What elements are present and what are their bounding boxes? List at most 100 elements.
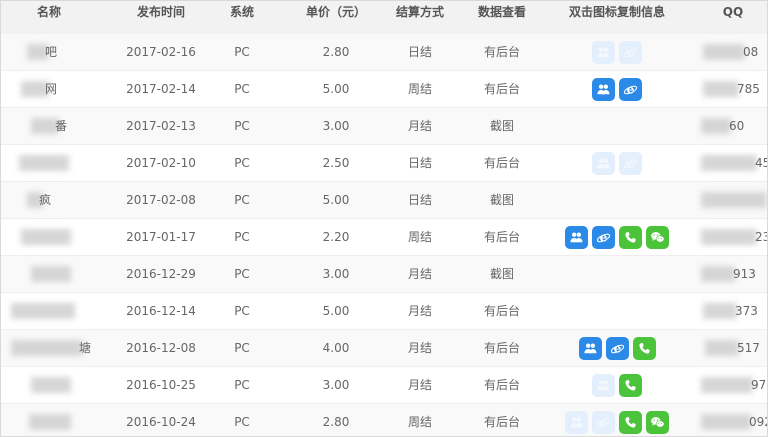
cell-price: 2.80: [322, 415, 350, 429]
qq-icon[interactable]: [592, 151, 615, 175]
name-redaction: [21, 229, 71, 245]
cell-qq: 23: [755, 230, 767, 244]
cell-name: 番: [55, 119, 68, 133]
name-redaction: [31, 266, 71, 282]
cell-qq: 08: [743, 45, 759, 59]
qq-icon[interactable]: [565, 225, 588, 249]
cell-system: PC: [234, 45, 250, 59]
col-copy-header: 双击图标复制信息: [568, 5, 665, 19]
ie-icon[interactable]: e: [619, 151, 642, 175]
qq-icon[interactable]: [565, 410, 588, 434]
table-row: 2016-10-25 PC 3.00 月结 有后台 97: [1, 367, 767, 404]
name-redaction: [29, 414, 71, 430]
cell-date: 2016-10-24: [126, 415, 196, 429]
cell-settle: 日结: [407, 193, 432, 207]
qq-icon[interactable]: [592, 77, 615, 101]
qq-redaction: [701, 377, 753, 393]
cell-system: PC: [234, 119, 250, 133]
cell-data: 有后台: [483, 230, 520, 244]
col-qq-header: QQ: [722, 5, 744, 19]
cell-system: PC: [234, 156, 250, 170]
cell-price: 2.20: [322, 230, 350, 244]
col-name-header: 名称: [36, 5, 61, 19]
cell-system: PC: [234, 267, 250, 281]
col-date-header: 发布时间: [136, 5, 185, 19]
col-system-header: 系统: [229, 5, 254, 19]
cell-name: 吧: [45, 45, 58, 59]
copy-icons: e: [565, 404, 669, 436]
data-table: 名称 发布时间 系统 单价（元） 结算方式 数据查看 双击图标复制信息 QQ 吧…: [0, 0, 768, 437]
ie-icon[interactable]: e: [605, 336, 629, 360]
table-header: 名称 发布时间 系统 单价（元） 结算方式 数据查看 双击图标复制信息 QQ: [1, 1, 767, 35]
cell-date: 2016-12-14: [126, 304, 196, 318]
qq-redaction: [701, 414, 751, 430]
cell-data: 有后台: [483, 82, 520, 96]
cell-date: 2017-01-17: [126, 230, 196, 244]
svg-text:e: e: [627, 45, 635, 59]
copy-icons: e: [565, 219, 669, 255]
svg-text:e: e: [627, 82, 635, 96]
cell-qq: 60: [729, 119, 745, 133]
phone-icon[interactable]: [632, 336, 656, 360]
cell-price: 3.00: [322, 119, 350, 133]
cell-price: 3.00: [322, 267, 350, 281]
ie-icon[interactable]: e: [592, 410, 615, 434]
name-redaction: [11, 340, 83, 356]
wechat-icon[interactable]: [646, 410, 669, 434]
cell-settle: 月结: [407, 119, 432, 133]
cell-settle: 月结: [407, 304, 432, 318]
cell-price: 2.80: [322, 45, 350, 59]
copy-icons: e: [592, 145, 642, 181]
table-row: 疯 2017-02-08 PC 5.00 日结 截图: [1, 182, 767, 219]
ie-icon[interactable]: e: [619, 77, 642, 101]
cell-data: 有后台: [483, 304, 520, 318]
cell-date: 2017-02-14: [126, 82, 196, 96]
cell-price: 5.00: [322, 304, 350, 318]
cell-name: 网: [45, 82, 58, 96]
cell-data: 截图: [489, 267, 514, 281]
cell-price: 3.00: [322, 378, 350, 392]
table-row: 2017-02-10 PC 2.50 日结 有后台 e 45: [1, 145, 767, 182]
svg-text:e: e: [600, 415, 608, 429]
phone-icon[interactable]: [619, 410, 642, 434]
cell-system: PC: [234, 193, 250, 207]
cell-settle: 周结: [407, 415, 432, 429]
copy-icons: [592, 367, 642, 403]
cell-system: PC: [234, 341, 250, 355]
cell-date: 2016-12-08: [126, 341, 196, 355]
cell-qq: 45: [755, 156, 767, 170]
qq-redaction: [701, 229, 757, 245]
cell-date: 2016-12-29: [126, 267, 196, 281]
table-row: 2016-10-24 PC 2.80 周结 有后台 e 092: [1, 404, 767, 436]
table-row: 塘 2016-12-08 PC 4.00 月结 有后台 e 517: [1, 330, 767, 367]
qq-icon[interactable]: [578, 336, 602, 360]
cell-settle: 日结: [407, 45, 432, 59]
cell-settle: 月结: [407, 267, 432, 281]
cell-price: 2.50: [322, 156, 350, 170]
cell-qq: 97: [751, 378, 767, 392]
phone-icon[interactable]: [619, 225, 642, 249]
cell-qq: 092: [749, 415, 767, 429]
phone-icon[interactable]: [619, 373, 642, 397]
cell-data: 截图: [489, 119, 514, 133]
cell-system: PC: [234, 304, 250, 318]
col-price-header: 单价（元）: [305, 5, 366, 19]
svg-text:e: e: [600, 230, 608, 244]
qq-redaction: [705, 340, 739, 356]
qq-icon[interactable]: [592, 373, 615, 397]
ie-icon[interactable]: e: [619, 40, 642, 64]
cell-data: 有后台: [483, 156, 520, 170]
cell-system: PC: [234, 415, 250, 429]
cell-settle: 月结: [407, 378, 432, 392]
svg-text:e: e: [627, 156, 635, 170]
qq-redaction: [701, 266, 735, 282]
cell-price: 5.00: [322, 82, 350, 96]
cell-price: 5.00: [322, 193, 350, 207]
qq-icon[interactable]: [592, 40, 615, 64]
table-row: 2016-12-29 PC 3.00 月结 截图 913: [1, 256, 767, 293]
cell-data: 截图: [489, 193, 514, 207]
cell-system: PC: [234, 230, 250, 244]
ie-icon[interactable]: e: [592, 225, 615, 249]
svg-text:e: e: [613, 341, 621, 355]
wechat-icon[interactable]: [646, 225, 669, 249]
